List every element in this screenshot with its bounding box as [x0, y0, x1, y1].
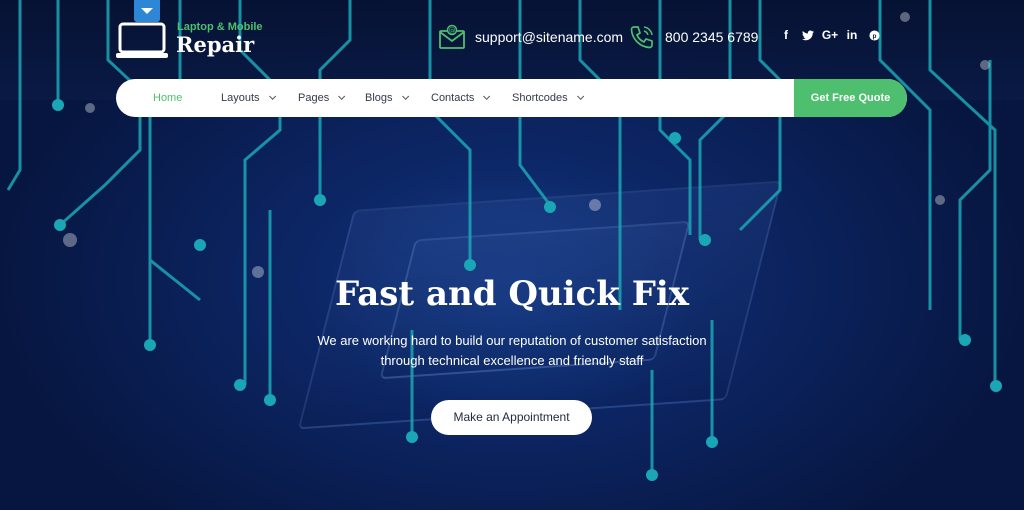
phone-contact[interactable]: 800 2345 6789 — [629, 22, 758, 52]
nav-item-label: Blogs — [365, 92, 393, 104]
phone-icon — [630, 26, 653, 49]
nav-item-label: Layouts — [221, 92, 260, 104]
social-links: f G+ in p — [775, 26, 885, 44]
chevron-down-icon — [576, 92, 584, 100]
hero-title: Fast and Quick Fix — [334, 274, 690, 314]
nav-item-label: Home — [153, 92, 183, 104]
chevron-down-icon — [338, 92, 346, 100]
nav-item-shortcodes[interactable]: Shortcodes — [512, 79, 584, 117]
nav-item-pages[interactable]: Pages — [298, 79, 346, 117]
nav-item-label: Pages — [298, 92, 330, 104]
nav-item-label: Shortcodes — [512, 92, 568, 104]
pinterest-icon[interactable]: p — [863, 26, 885, 44]
twitter-icon[interactable] — [797, 26, 819, 44]
email-address[interactable]: support@sitename.com — [475, 29, 623, 45]
facebook-icon[interactable]: f — [775, 26, 797, 44]
get-free-quote-button[interactable]: Get Free Quote — [794, 79, 907, 117]
brand-name: Repair — [176, 32, 255, 57]
brand-logo[interactable]: Laptop & Mobile Repair — [116, 0, 266, 63]
nav-item-contacts[interactable]: Contacts — [431, 79, 491, 117]
laptop-icon — [116, 22, 168, 58]
make-appointment-button[interactable]: Make an Appointment — [431, 400, 592, 435]
google-plus-icon[interactable]: G+ — [819, 26, 841, 44]
svg-text:p: p — [872, 33, 876, 40]
envelope-icon: @ — [439, 24, 465, 49]
chevron-down-icon — [401, 92, 409, 100]
phone-number[interactable]: 800 2345 6789 — [665, 29, 758, 45]
linkedin-icon[interactable]: in — [841, 26, 863, 44]
chevron-down-icon — [483, 92, 491, 100]
chevron-down-icon — [268, 92, 276, 100]
email-contact[interactable]: @ support@sitename.com — [439, 22, 623, 52]
main-navigation: Home Layouts Pages Blogs Contacts Shortc… — [116, 79, 907, 117]
nav-item-layouts[interactable]: Layouts — [221, 79, 276, 117]
nav-item-home[interactable]: Home — [153, 79, 182, 117]
hero-description: We are working hard to build our reputat… — [317, 333, 707, 368]
nav-item-label: Contacts — [431, 92, 475, 104]
dropdown-tab-icon[interactable] — [134, 0, 160, 22]
svg-text:@: @ — [449, 27, 456, 35]
nav-item-blogs[interactable]: Blogs — [365, 79, 409, 117]
